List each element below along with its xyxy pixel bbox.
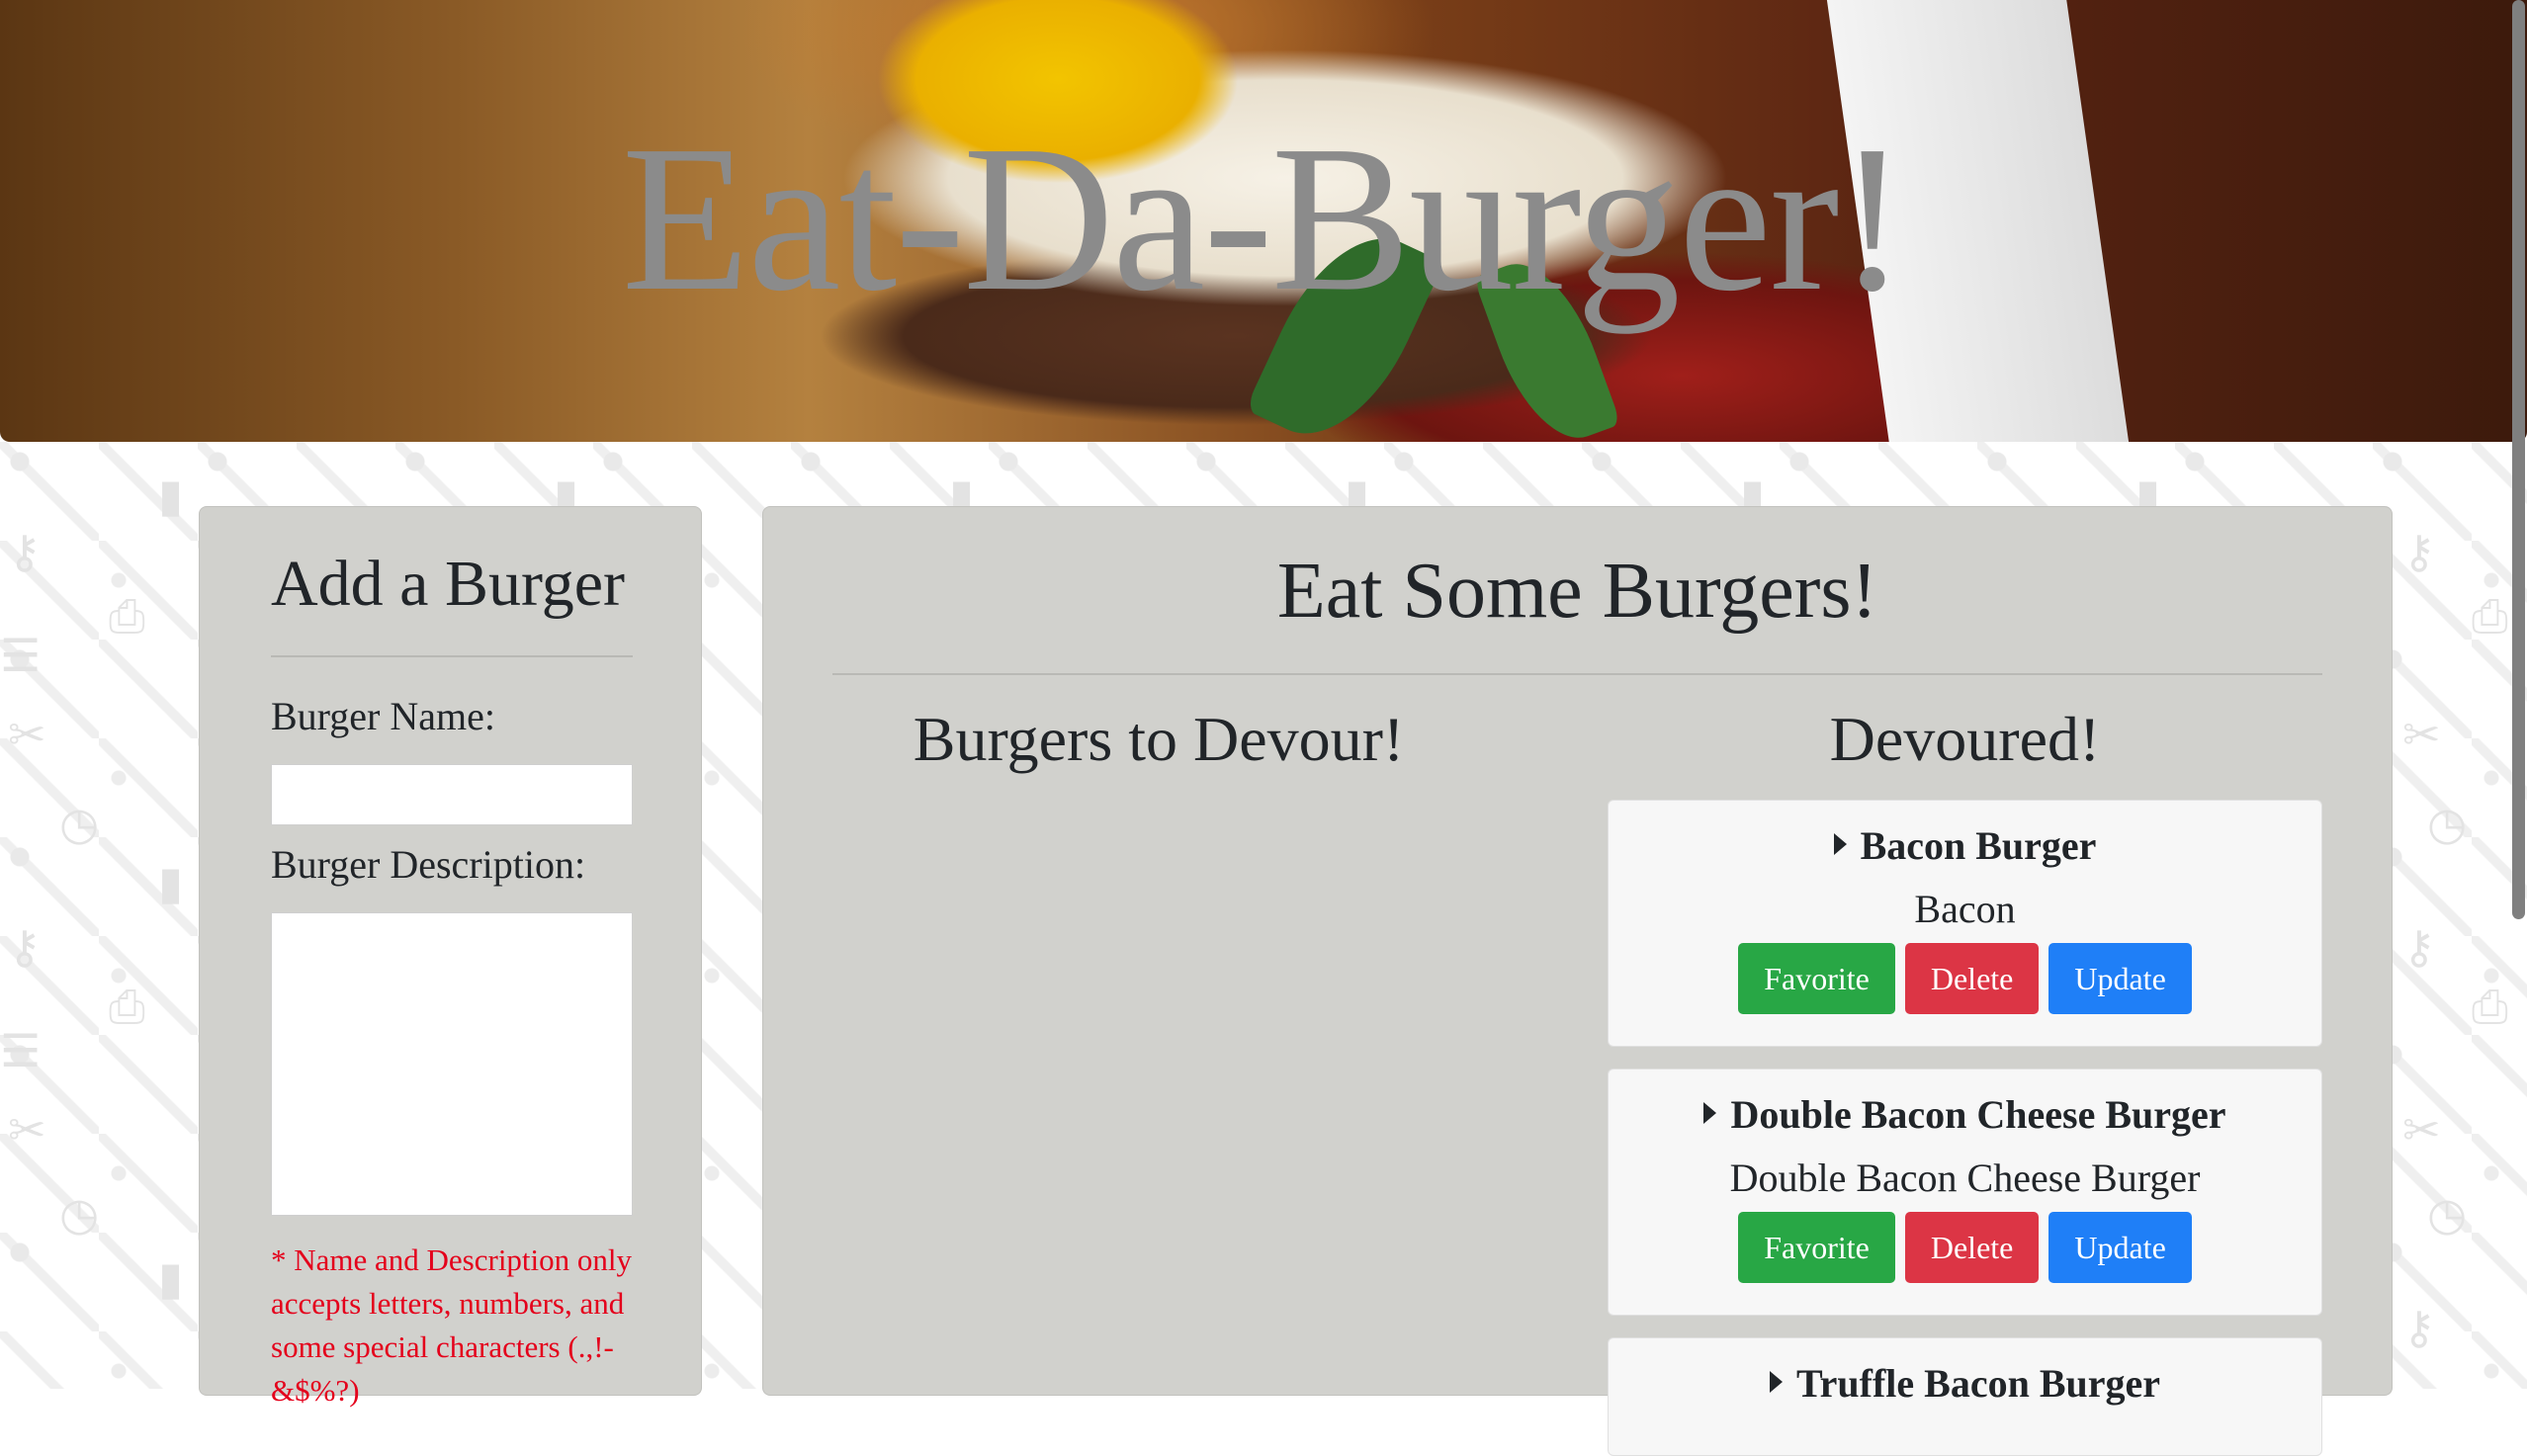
burger-description: Double Bacon Cheese Burger xyxy=(1729,1156,2201,1200)
page-scrollbar[interactable] xyxy=(2512,0,2525,919)
tools-icon: ✂ xyxy=(2402,1103,2441,1156)
divider xyxy=(832,673,2322,675)
server-icon: ☰ xyxy=(0,629,42,682)
burger-name-input[interactable] xyxy=(271,764,633,825)
printer-icon: ⎙ xyxy=(2472,980,2508,1033)
card-actions: Favorite Delete Update xyxy=(1609,1212,2321,1283)
key-icon: ⚷ xyxy=(2402,525,2436,578)
clock-icon: ◷ xyxy=(59,797,100,850)
devoured-burger-card: Double Bacon Cheese Burger Double Bacon … xyxy=(1608,1069,2322,1316)
devoured-heading: Devoured! xyxy=(1829,704,2101,774)
delete-button[interactable]: Delete xyxy=(1904,1212,2040,1283)
input-rules-note: * Name and Description only accepts lett… xyxy=(271,1242,633,1408)
key-icon: ⚷ xyxy=(2402,920,2436,974)
burger-name-toggle[interactable]: Truffle Bacon Burger xyxy=(1609,1360,2321,1407)
add-burger-panel: Add a Burger Burger Name: Burger Descrip… xyxy=(199,506,702,1408)
devoured-burger-card: Bacon Burger Bacon Favorite Delete Update xyxy=(1608,800,2322,1047)
update-button[interactable]: Update xyxy=(2048,943,2192,1014)
tools-icon: ✂ xyxy=(8,708,46,761)
caret-right-icon xyxy=(1833,833,1847,855)
tools-icon: ✂ xyxy=(2402,708,2441,761)
burger-name: Double Bacon Cheese Burger xyxy=(1730,1092,2226,1137)
burger-name-toggle[interactable]: Bacon Burger xyxy=(1609,822,2321,869)
burger-name: Truffle Bacon Burger xyxy=(1795,1361,2161,1406)
printer-icon: ⎙ xyxy=(109,589,145,642)
devoured-burger-card: Truffle Bacon Burger xyxy=(1608,1337,2322,1456)
burger-name-toggle[interactable]: Double Bacon Cheese Burger xyxy=(1609,1091,2321,1138)
clock-icon: ◷ xyxy=(2427,1187,2468,1241)
printer-icon: ⎙ xyxy=(2472,589,2508,642)
clock-icon: ◷ xyxy=(59,1187,100,1241)
key-icon: ⚷ xyxy=(8,920,42,974)
burger-description: Bacon xyxy=(1914,887,2016,931)
key-icon: ⚷ xyxy=(8,525,42,578)
server-icon: ☰ xyxy=(0,1024,42,1077)
burger-name-label: Burger Name: xyxy=(271,694,495,738)
key-icon: ⚷ xyxy=(2402,1301,2436,1354)
hero-banner: Eat-Da-Burger! xyxy=(0,0,2527,442)
usb-icon: ▮ xyxy=(158,469,184,522)
usb-icon: ▮ xyxy=(158,856,184,909)
eat-burgers-panel: Eat Some Burgers! Burgers to Devour! Dev… xyxy=(762,506,2393,1456)
printer-icon: ⎙ xyxy=(109,980,145,1033)
burger-name: Bacon Burger xyxy=(1860,823,2097,868)
favorite-button[interactable]: Favorite xyxy=(1738,1212,1895,1283)
tools-icon: ✂ xyxy=(8,1103,46,1156)
add-burger-title: Add a Burger xyxy=(271,548,626,620)
caret-right-icon xyxy=(1703,1102,1717,1124)
card-actions: Favorite Delete Update xyxy=(1609,943,2321,1014)
usb-icon: ▮ xyxy=(158,1251,184,1305)
update-button[interactable]: Update xyxy=(2048,1212,2192,1283)
burger-description-textarea[interactable] xyxy=(271,912,633,1216)
favorite-button[interactable]: Favorite xyxy=(1738,943,1895,1014)
to-devour-heading: Burgers to Devour! xyxy=(913,704,1405,774)
burger-description-label: Burger Description: xyxy=(271,842,586,887)
delete-button[interactable]: Delete xyxy=(1904,943,2040,1014)
page-title: Eat-Da-Burger! xyxy=(621,102,1907,334)
caret-right-icon xyxy=(1769,1371,1783,1393)
eat-burgers-title: Eat Some Burgers! xyxy=(1276,548,1878,635)
divider xyxy=(271,655,633,657)
clock-icon: ◷ xyxy=(2427,797,2468,850)
